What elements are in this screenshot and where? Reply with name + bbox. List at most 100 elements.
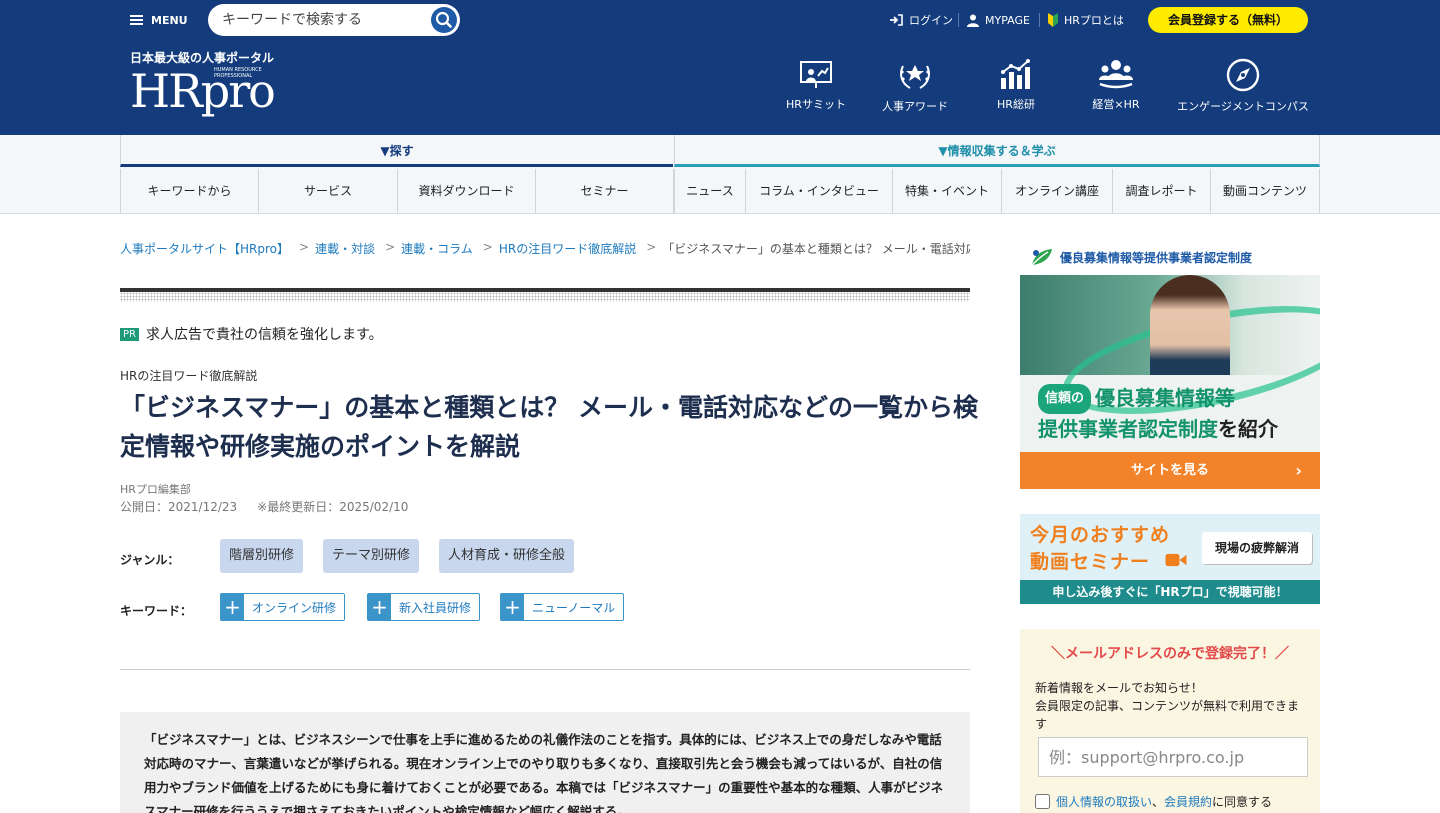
nav-column[interactable]: コラム・インタビュー xyxy=(746,169,893,213)
section-divider xyxy=(120,669,970,670)
breadcrumb: 人事ポータルサイト【HRpro】 > 連載・対談 > 連載・コラム > HRの注… xyxy=(120,240,970,258)
award-laurel-icon xyxy=(900,65,930,89)
genre-tag[interactable]: 階層別研修 xyxy=(220,539,304,573)
nav-management-hr[interactable]: 経営×HR xyxy=(1086,58,1146,112)
search-input[interactable] xyxy=(222,11,422,29)
nav-hr-award[interactable]: 人事アワード xyxy=(877,58,953,114)
genre-tag[interactable]: 人材育成・研修全般 xyxy=(439,539,575,573)
certification-title: 優良募集情報等提供事業者認定制度 xyxy=(1060,250,1253,265)
video-seminar-banner[interactable]: 今月のおすすめ 動画セミナー 現場の疲弊解消 申し込み後すぐに「HRプロ」で視聴… xyxy=(1020,514,1320,604)
keyword-text: オンライン研修 xyxy=(252,600,337,615)
plus-icon: + xyxy=(501,594,524,620)
ad2-line1: 今月のおすすめ xyxy=(1030,524,1171,546)
search-section-title: ▼探す xyxy=(120,135,673,167)
keyword-tag[interactable]: + ニューノーマル xyxy=(500,593,625,621)
view-site-label: サイトを見る xyxy=(1130,463,1209,478)
agree-checkbox[interactable] xyxy=(1035,794,1050,809)
ad-line2-suffix: を紹介 xyxy=(1218,417,1278,441)
ad2-feature-box: 現場の疲弊解消 xyxy=(1202,532,1312,564)
mypage-link[interactable]: MYPAGE xyxy=(967,12,1030,28)
divider xyxy=(1039,13,1040,27)
article-category: HRの注目ワード徹底解説 xyxy=(120,369,258,383)
nav-label: HRサミット xyxy=(786,98,846,111)
nav-news[interactable]: ニュース xyxy=(675,169,746,213)
nav-download[interactable]: 資料ダウンロード xyxy=(398,169,536,213)
login-label: ログイン xyxy=(909,14,953,27)
nav-online-course[interactable]: オンライン講座 xyxy=(1002,169,1113,213)
ad-copy: 信頼の 優良募集情報等 提供事業者認定制度を紹介 xyxy=(1038,384,1313,444)
nav-label: HR総研 xyxy=(997,98,1035,111)
search-box xyxy=(208,4,460,36)
certification-ad-banner[interactable]: 信頼の 優良募集情報等 提供事業者認定制度を紹介 サイトを見る › xyxy=(1020,275,1320,489)
learn-nav-row: ニュース コラム・インタビュー 特集・イベント オンライン講座 調査レポート 動… xyxy=(674,169,1320,213)
breadcrumb-series[interactable]: 連載・対談 xyxy=(315,240,375,258)
register-button[interactable]: 会員登録する（無料） xyxy=(1148,7,1308,33)
ad2-line2: 動画セミナー xyxy=(1030,551,1151,573)
breadcrumb-separator: > xyxy=(646,240,657,254)
nav-keyword[interactable]: キーワードから xyxy=(121,169,259,213)
view-site-button[interactable]: サイトを見る › xyxy=(1020,452,1320,489)
about-link[interactable]: HRプロとは xyxy=(1048,12,1124,28)
article-author: HRプロ編集部 xyxy=(120,483,191,496)
nav-engagement-compass[interactable]: エンゲージメントコンパス xyxy=(1176,58,1310,114)
top-bar: MENU ログイン MYPAGE HRプロとは 会員登録する（無料） xyxy=(0,0,1440,40)
pr-badge: PR xyxy=(120,327,139,341)
article-title: 「ビジネスマナー」の基本と種類とは？ メール・電話対応などの一覧から検定情報や研… xyxy=(120,393,978,461)
published-date: 公開日：2021/12/23 xyxy=(120,500,238,514)
keyword-tag[interactable]: + オンライン研修 xyxy=(220,593,346,621)
signup-text-2: 会員限定の記事、コンテンツが無料で利用できます xyxy=(1035,699,1300,731)
nav-label: エンゲージメントコンパス xyxy=(1177,100,1309,113)
terms-link[interactable]: 会員規約 xyxy=(1164,793,1212,810)
nav-feature[interactable]: 特集・イベント xyxy=(893,169,1002,213)
search-icon xyxy=(435,11,452,28)
ad-line2: 提供事業者認定制度 xyxy=(1038,417,1218,441)
hamburger-icon xyxy=(130,15,143,25)
chevron-right-icon: › xyxy=(1295,461,1302,480)
breadcrumb-separator: > xyxy=(482,240,493,254)
comma: 、 xyxy=(1152,795,1165,809)
privacy-link[interactable]: 個人情報の取扱い xyxy=(1056,793,1152,810)
login-link[interactable]: ログイン xyxy=(889,12,953,28)
article-dates: 公開日：2021/12/23 ※最終更新日：2025/02/10 xyxy=(120,498,408,515)
pr-text: 求人広告で貴社の信頼を強化します。 xyxy=(145,327,383,343)
signup-description: 新着情報をメールでお知らせ！ 会員限定の記事、コンテンツが無料で利用できます xyxy=(1035,679,1310,733)
bar-chart-icon xyxy=(1001,59,1030,89)
beginner-mark-icon xyxy=(1048,13,1058,27)
article-lead: 「ビジネスマナー」とは、ビジネスシーンで仕事を上手に進めるための礼儀作法のことを… xyxy=(120,712,970,813)
email-field[interactable] xyxy=(1038,737,1308,777)
breadcrumb-separator: > xyxy=(299,240,310,254)
nav-video[interactable]: 動画コンテンツ xyxy=(1211,169,1320,213)
nav-report[interactable]: 調査レポート xyxy=(1113,169,1211,213)
about-label: HRプロとは xyxy=(1064,14,1124,27)
keyword-text: 新入社員研修 xyxy=(399,600,472,615)
nav-service[interactable]: サービス xyxy=(259,169,398,213)
menu-button[interactable]: MENU xyxy=(130,12,188,28)
site-header: 日本最大級の人事ポータル HRpro HUMAN RESOURCE PROFES… xyxy=(0,40,1440,135)
title-rule-dots xyxy=(120,292,970,302)
nav-hr-summit[interactable]: HRサミット xyxy=(780,58,852,112)
menu-label: MENU xyxy=(151,13,188,27)
updated-date: ※最終更新日：2025/02/10 xyxy=(257,500,409,514)
video-camera-icon xyxy=(1165,553,1187,567)
keyword-label: キーワード： xyxy=(120,604,193,618)
breadcrumb-home[interactable]: 人事ポータルサイト【HRpro】 xyxy=(120,240,289,258)
nav-label: 人事アワード xyxy=(882,100,948,113)
signup-text-1: 新着情報をメールでお知らせ！ xyxy=(1035,681,1203,695)
search-button[interactable] xyxy=(431,7,457,33)
breadcrumb-category[interactable]: HRの注目ワード徹底解説 xyxy=(499,240,636,258)
keyword-tag[interactable]: + 新入社員研修 xyxy=(367,593,481,621)
compass-icon xyxy=(1226,58,1260,92)
breadcrumb-column[interactable]: 連載・コラム xyxy=(401,240,473,258)
pr-banner[interactable]: PR 求人広告で貴社の信頼を強化します。 xyxy=(120,324,383,344)
user-icon xyxy=(967,14,979,27)
search-nav-row: キーワードから サービス 資料ダウンロード セミナー xyxy=(120,169,674,213)
nav-hr-research[interactable]: HR総研 xyxy=(985,58,1047,112)
nav-label: 経営×HR xyxy=(1092,98,1140,111)
agree-suffix: に同意する xyxy=(1212,795,1273,809)
ad-line1: 優良募集情報等 xyxy=(1095,386,1236,410)
nav-seminar[interactable]: セミナー xyxy=(536,169,674,213)
certification-heading: 優良募集情報等提供事業者認定制度 xyxy=(1030,246,1252,268)
agree-checkbox-row[interactable]: 個人情報の取扱い、会員規約 に同意する xyxy=(1035,793,1272,810)
breadcrumb-separator: > xyxy=(385,240,396,254)
genre-tag[interactable]: テーマ別研修 xyxy=(323,539,420,573)
